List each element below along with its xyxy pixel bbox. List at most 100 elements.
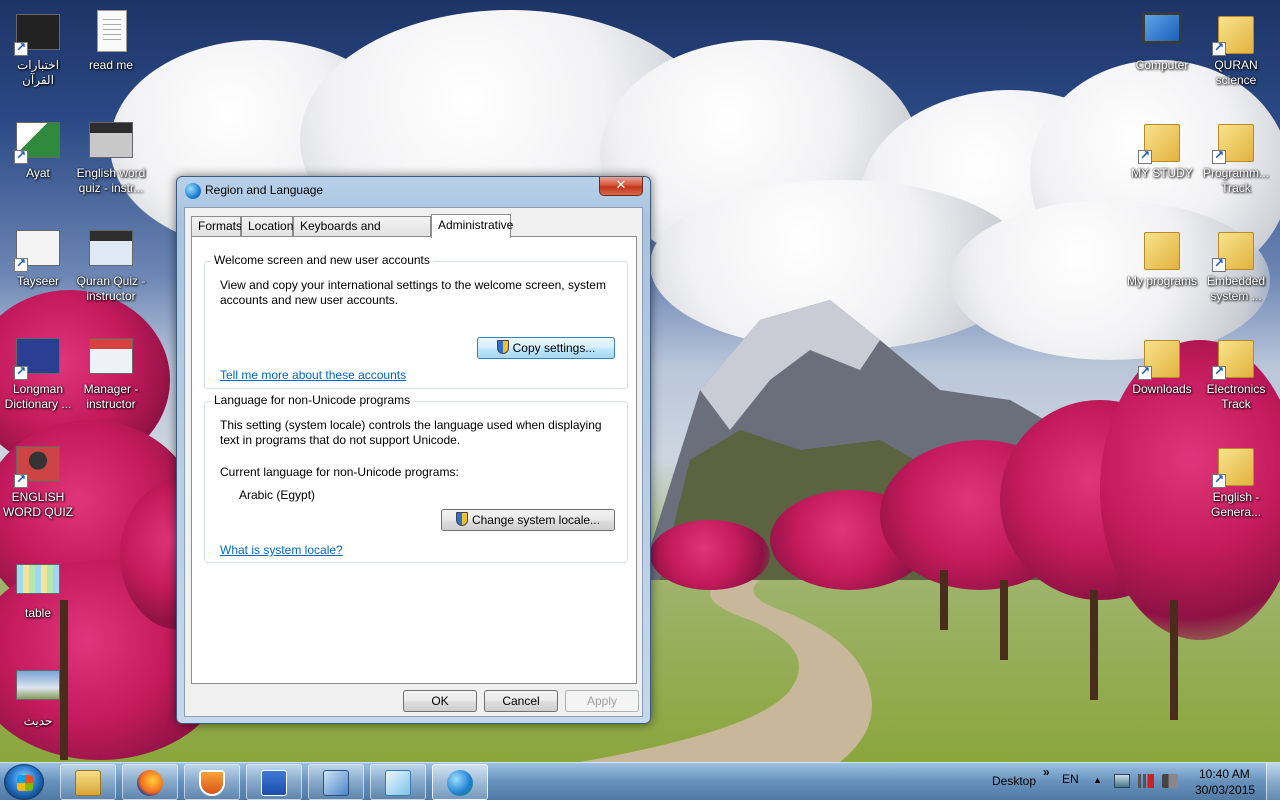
language-indicator[interactable]: EN — [1062, 772, 1079, 786]
desktop-icon-my-study[interactable]: MY STUDY — [1124, 116, 1200, 181]
globe-icon — [185, 183, 201, 199]
show-desktop-button[interactable] — [1266, 763, 1280, 800]
program-window-icon — [89, 338, 133, 374]
desktop-icon-label: table — [24, 606, 52, 620]
desktop-icon-read-me[interactable]: read me — [73, 8, 149, 73]
shortcut-arrow-icon — [14, 472, 28, 488]
windows-explorer-icon — [75, 770, 101, 796]
taskbar-windows-explorer[interactable] — [60, 764, 116, 800]
taskbar-region-language[interactable] — [432, 764, 488, 800]
network-icon[interactable] — [1138, 774, 1154, 788]
close-button[interactable]: ✕ — [599, 177, 643, 196]
desktop-icon-label: English word quiz - instr... — [76, 166, 146, 195]
toolbar-chevron[interactable]: » — [1043, 765, 1050, 779]
desktop-icon-label: ENGLISH WORD QUIZ — [3, 490, 73, 519]
tab-keyboards-and-languages[interactable]: Keyboards and Languages — [293, 216, 431, 251]
desktop-icon-programming-track[interactable]: Programm... Track — [1198, 116, 1274, 196]
blossom-tree — [650, 520, 770, 590]
volume-icon[interactable] — [1162, 774, 1178, 788]
clock-date[interactable]: 30/03/2015 — [1195, 783, 1255, 797]
desktop-icon-english-general[interactable]: English - Genera... — [1198, 440, 1274, 520]
taskbar-virtualbox[interactable] — [308, 764, 364, 800]
tab-formats[interactable]: Formats — [191, 216, 242, 236]
desktop-icon-my-programs[interactable]: My programs — [1124, 224, 1200, 289]
desktop-icon-label: read me — [88, 58, 134, 72]
desktop-icon-longman-dictionary[interactable]: Longman Dictionary ... — [0, 332, 76, 412]
security-shield-icon — [199, 770, 225, 796]
desktop-icon-label: Downloads — [1132, 382, 1192, 396]
image-thumbnail-icon — [16, 564, 60, 594]
tree-trunk — [1170, 600, 1178, 720]
welcome-screen-group: Welcome screen and new user accounts Vie… — [204, 253, 628, 389]
desktop-icon-label: QURAN science — [1214, 58, 1258, 87]
program-window-icon — [89, 230, 133, 266]
cancel-button[interactable]: Cancel — [484, 690, 558, 712]
show-hidden-icons-button[interactable]: ▲ — [1093, 775, 1102, 785]
desktop-icon-label: اختبارات القرآن — [16, 58, 60, 87]
desktop-icon-ayat[interactable]: Ayat — [0, 116, 76, 181]
description-line: accounts and new user accounts. — [220, 293, 399, 307]
button-label: Copy settings... — [512, 341, 596, 355]
desktop-icon-label: Programm... Track — [1202, 166, 1269, 195]
taskbar-firefox[interactable] — [122, 764, 178, 800]
shortcut-arrow-icon — [14, 364, 28, 380]
clock-time[interactable]: 10:40 AM — [1199, 767, 1250, 781]
shortcut-arrow-icon — [1212, 40, 1226, 56]
desktop-icon-quran-science[interactable]: QURAN science — [1198, 8, 1274, 88]
desktop-icon-label: Electronics Track — [1206, 382, 1266, 411]
region-language-dialog: Region and Language ✕ Formats Location K… — [176, 176, 651, 724]
desktop-icon-english-word-quiz[interactable]: ENGLISH WORD QUIZ — [0, 440, 76, 520]
shortcut-arrow-icon — [14, 40, 28, 56]
taskbar-word[interactable] — [246, 764, 302, 800]
current-language-value: Arabic (Egypt) — [239, 488, 316, 502]
action-center-icon[interactable] — [1114, 774, 1130, 788]
desktop-icon-manager-instructor[interactable]: Manager - instructor — [73, 332, 149, 412]
uac-shield-icon — [455, 512, 468, 526]
windows-logo-icon — [17, 775, 33, 791]
desktop-icon-tayseer[interactable]: Tayseer — [0, 224, 76, 289]
shortcut-arrow-icon — [14, 256, 28, 272]
change-system-locale-button[interactable]: Change system locale... — [441, 509, 615, 531]
dialog-titlebar[interactable]: Region and Language ✕ — [177, 177, 650, 205]
ok-button[interactable]: OK — [403, 690, 477, 712]
apply-button[interactable]: Apply — [565, 690, 639, 712]
image-thumbnail-icon — [16, 670, 60, 700]
desktop-icon-embedded-system[interactable]: Embedded system ... — [1198, 224, 1274, 304]
accounts-help-link[interactable]: Tell me more about these accounts — [220, 368, 406, 382]
desktop-icon-electronics-track[interactable]: Electronics Track — [1198, 332, 1274, 412]
shortcut-arrow-icon — [1138, 148, 1152, 164]
current-language-label: Current language for non-Unicode program… — [220, 465, 459, 479]
taskbar: Desktop » EN ▲ 10:40 AM 30/03/2015 — [0, 762, 1280, 800]
start-button[interactable] — [4, 764, 44, 800]
desktop-icon-label: English - Genera... — [1210, 490, 1262, 519]
taskbar-notepad[interactable] — [370, 764, 426, 800]
tab-location[interactable]: Location — [241, 216, 293, 236]
copy-settings-button[interactable]: Copy settings... — [477, 337, 615, 359]
tab-administrative[interactable]: Administrative — [431, 214, 513, 238]
desktop-icon-quran-quiz-instructor[interactable]: Quran Quiz - instructor — [73, 224, 149, 304]
desktop-icon-label: Tayseer — [16, 274, 60, 288]
region-language-icon — [447, 770, 473, 796]
uac-shield-icon — [496, 340, 509, 354]
locale-description: This setting (system locale) controls th… — [220, 418, 620, 448]
desktop-icon-english-word-quiz-instr[interactable]: English word quiz - instr... — [73, 116, 149, 196]
taskbar-security[interactable] — [184, 764, 240, 800]
shortcut-arrow-icon — [14, 148, 28, 164]
desktop-icon-hadith[interactable]: حديث — [0, 664, 76, 729]
desktop-icon-label: My programs — [1126, 274, 1197, 288]
desktop-icon-label: Quran Quiz - instructor — [76, 274, 146, 303]
virtualbox-icon — [323, 770, 349, 796]
desktop-icon-quran-tests[interactable]: اختبارات القرآن — [0, 8, 76, 88]
desktop-icon-label: Ayat — [26, 166, 50, 180]
tree-trunk — [1090, 590, 1098, 700]
shortcut-arrow-icon — [1212, 364, 1226, 380]
desktop-icon-computer[interactable]: Computer — [1124, 8, 1200, 73]
desktop-icon-table[interactable]: table — [0, 556, 76, 621]
system-locale-help-link[interactable]: What is system locale? — [220, 543, 343, 557]
desktop-icon-label: Computer — [1135, 58, 1189, 72]
folder-icon — [1144, 232, 1180, 270]
dialog-client-area: Formats Location Keyboards and Languages… — [184, 207, 643, 717]
desktop-toolbar-label[interactable]: Desktop — [992, 774, 1036, 788]
desktop-icon-downloads[interactable]: Downloads — [1124, 332, 1200, 397]
dialog-title: Region and Language — [205, 183, 324, 197]
